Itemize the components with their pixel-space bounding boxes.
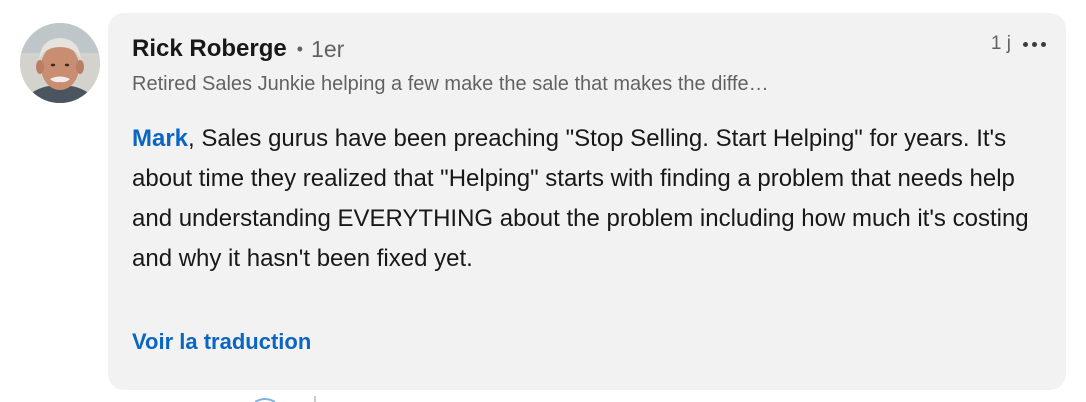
- more-options-button[interactable]: [1021, 38, 1048, 51]
- author-row: Rick Roberge • 1er: [132, 35, 344, 63]
- author-name[interactable]: Rick Roberge: [132, 35, 287, 63]
- comment-meta: 1 j: [991, 33, 1048, 55]
- comment-item: Rick Roberge • 1er 1 j Retired Sales Jun…: [0, 0, 1086, 402]
- partial-next-item: [255, 396, 316, 402]
- ellipsis-horizontal-icon: [1023, 41, 1046, 47]
- mention-link[interactable]: Mark: [132, 125, 188, 152]
- comment-text: Mark, Sales gurus have been preaching "S…: [132, 119, 1042, 279]
- comment-body: , Sales gurus have been preaching "Stop …: [132, 125, 1029, 272]
- see-translation-link[interactable]: Voir la traduction: [132, 329, 311, 355]
- separator-bullet: •: [296, 38, 304, 59]
- comment-bubble: Rick Roberge • 1er 1 j Retired Sales Jun…: [108, 13, 1066, 390]
- author-headline: Retired Sales Junkie helping a few make …: [132, 73, 769, 95]
- avatar[interactable]: [20, 23, 100, 103]
- connection-degree: 1er: [311, 35, 345, 62]
- avatar-photo: [20, 23, 100, 103]
- timestamp: 1 j: [990, 33, 1011, 54]
